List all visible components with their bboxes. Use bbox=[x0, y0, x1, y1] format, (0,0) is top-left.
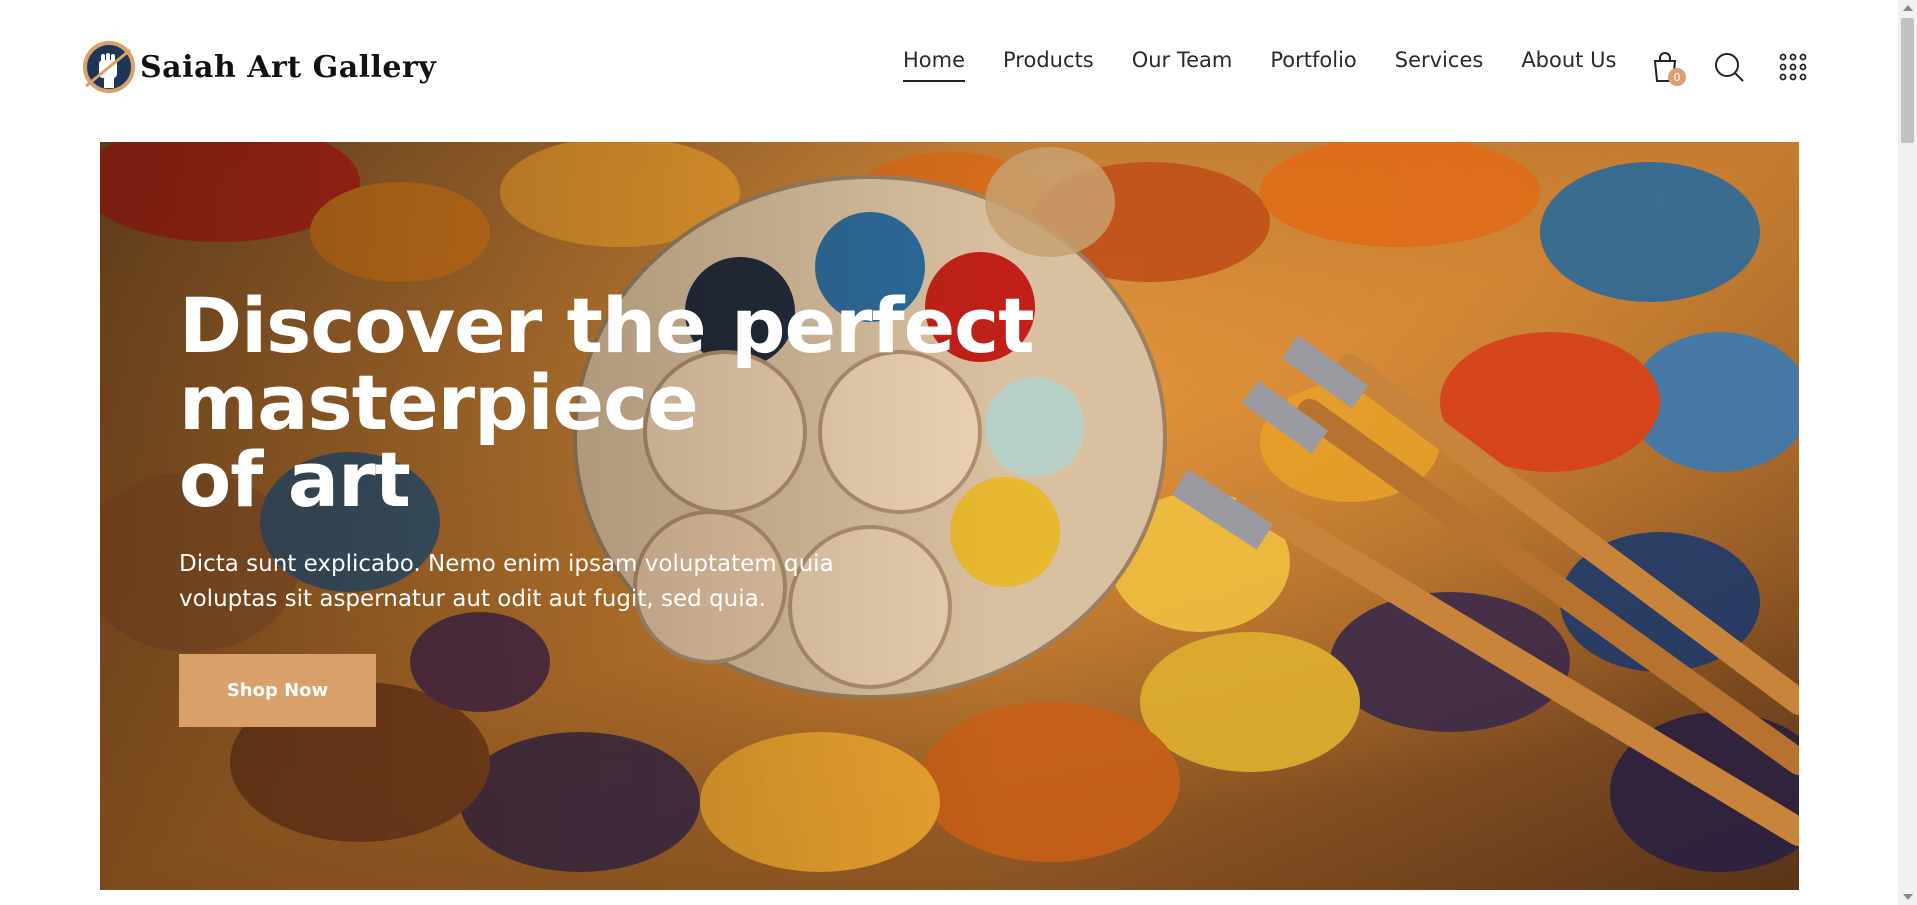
main-nav: Home Products Our Team Portfolio Service… bbox=[903, 48, 1616, 82]
nav-our-team[interactable]: Our Team bbox=[1132, 48, 1233, 82]
logo[interactable]: Saiah Art Gallery bbox=[82, 40, 436, 94]
hero-title-line: Discover the perfect bbox=[179, 281, 1035, 370]
nav-products[interactable]: Products bbox=[1003, 48, 1094, 82]
header-actions: 0 bbox=[1646, 48, 1812, 86]
hero-title-line: of art bbox=[179, 435, 411, 524]
grid-menu-icon bbox=[1779, 53, 1807, 81]
cart-button[interactable]: 0 bbox=[1646, 48, 1686, 86]
hero-title-line: masterpiece bbox=[179, 358, 699, 447]
shop-now-button[interactable]: Shop Now bbox=[179, 654, 376, 727]
search-icon bbox=[1715, 53, 1744, 82]
logo-fist-brush-icon bbox=[83, 41, 135, 93]
hero-banner: Discover the perfect masterpiece of art … bbox=[100, 142, 1799, 890]
page-scrollbar[interactable] bbox=[1898, 0, 1917, 905]
scroll-down-arrow-icon[interactable] bbox=[1903, 894, 1913, 900]
cart-count-badge: 0 bbox=[1668, 68, 1686, 86]
hero-description: Dicta sunt explicabo. Nemo enim ipsam vo… bbox=[179, 551, 834, 612]
scroll-up-arrow-icon[interactable] bbox=[1903, 5, 1913, 11]
site-header: Saiah Art Gallery Home Products Our Team… bbox=[0, 0, 1898, 135]
search-button[interactable] bbox=[1710, 48, 1748, 86]
nav-services[interactable]: Services bbox=[1395, 48, 1484, 82]
scrollbar-thumb[interactable] bbox=[1901, 18, 1914, 143]
hero-title: Discover the perfect masterpiece of art bbox=[179, 281, 1035, 524]
logo-text: Saiah Art Gallery bbox=[140, 49, 437, 85]
nav-portfolio[interactable]: Portfolio bbox=[1270, 48, 1356, 82]
menu-grid-button[interactable] bbox=[1774, 48, 1812, 86]
nav-about-us[interactable]: About Us bbox=[1521, 48, 1616, 82]
nav-home[interactable]: Home bbox=[903, 48, 966, 82]
